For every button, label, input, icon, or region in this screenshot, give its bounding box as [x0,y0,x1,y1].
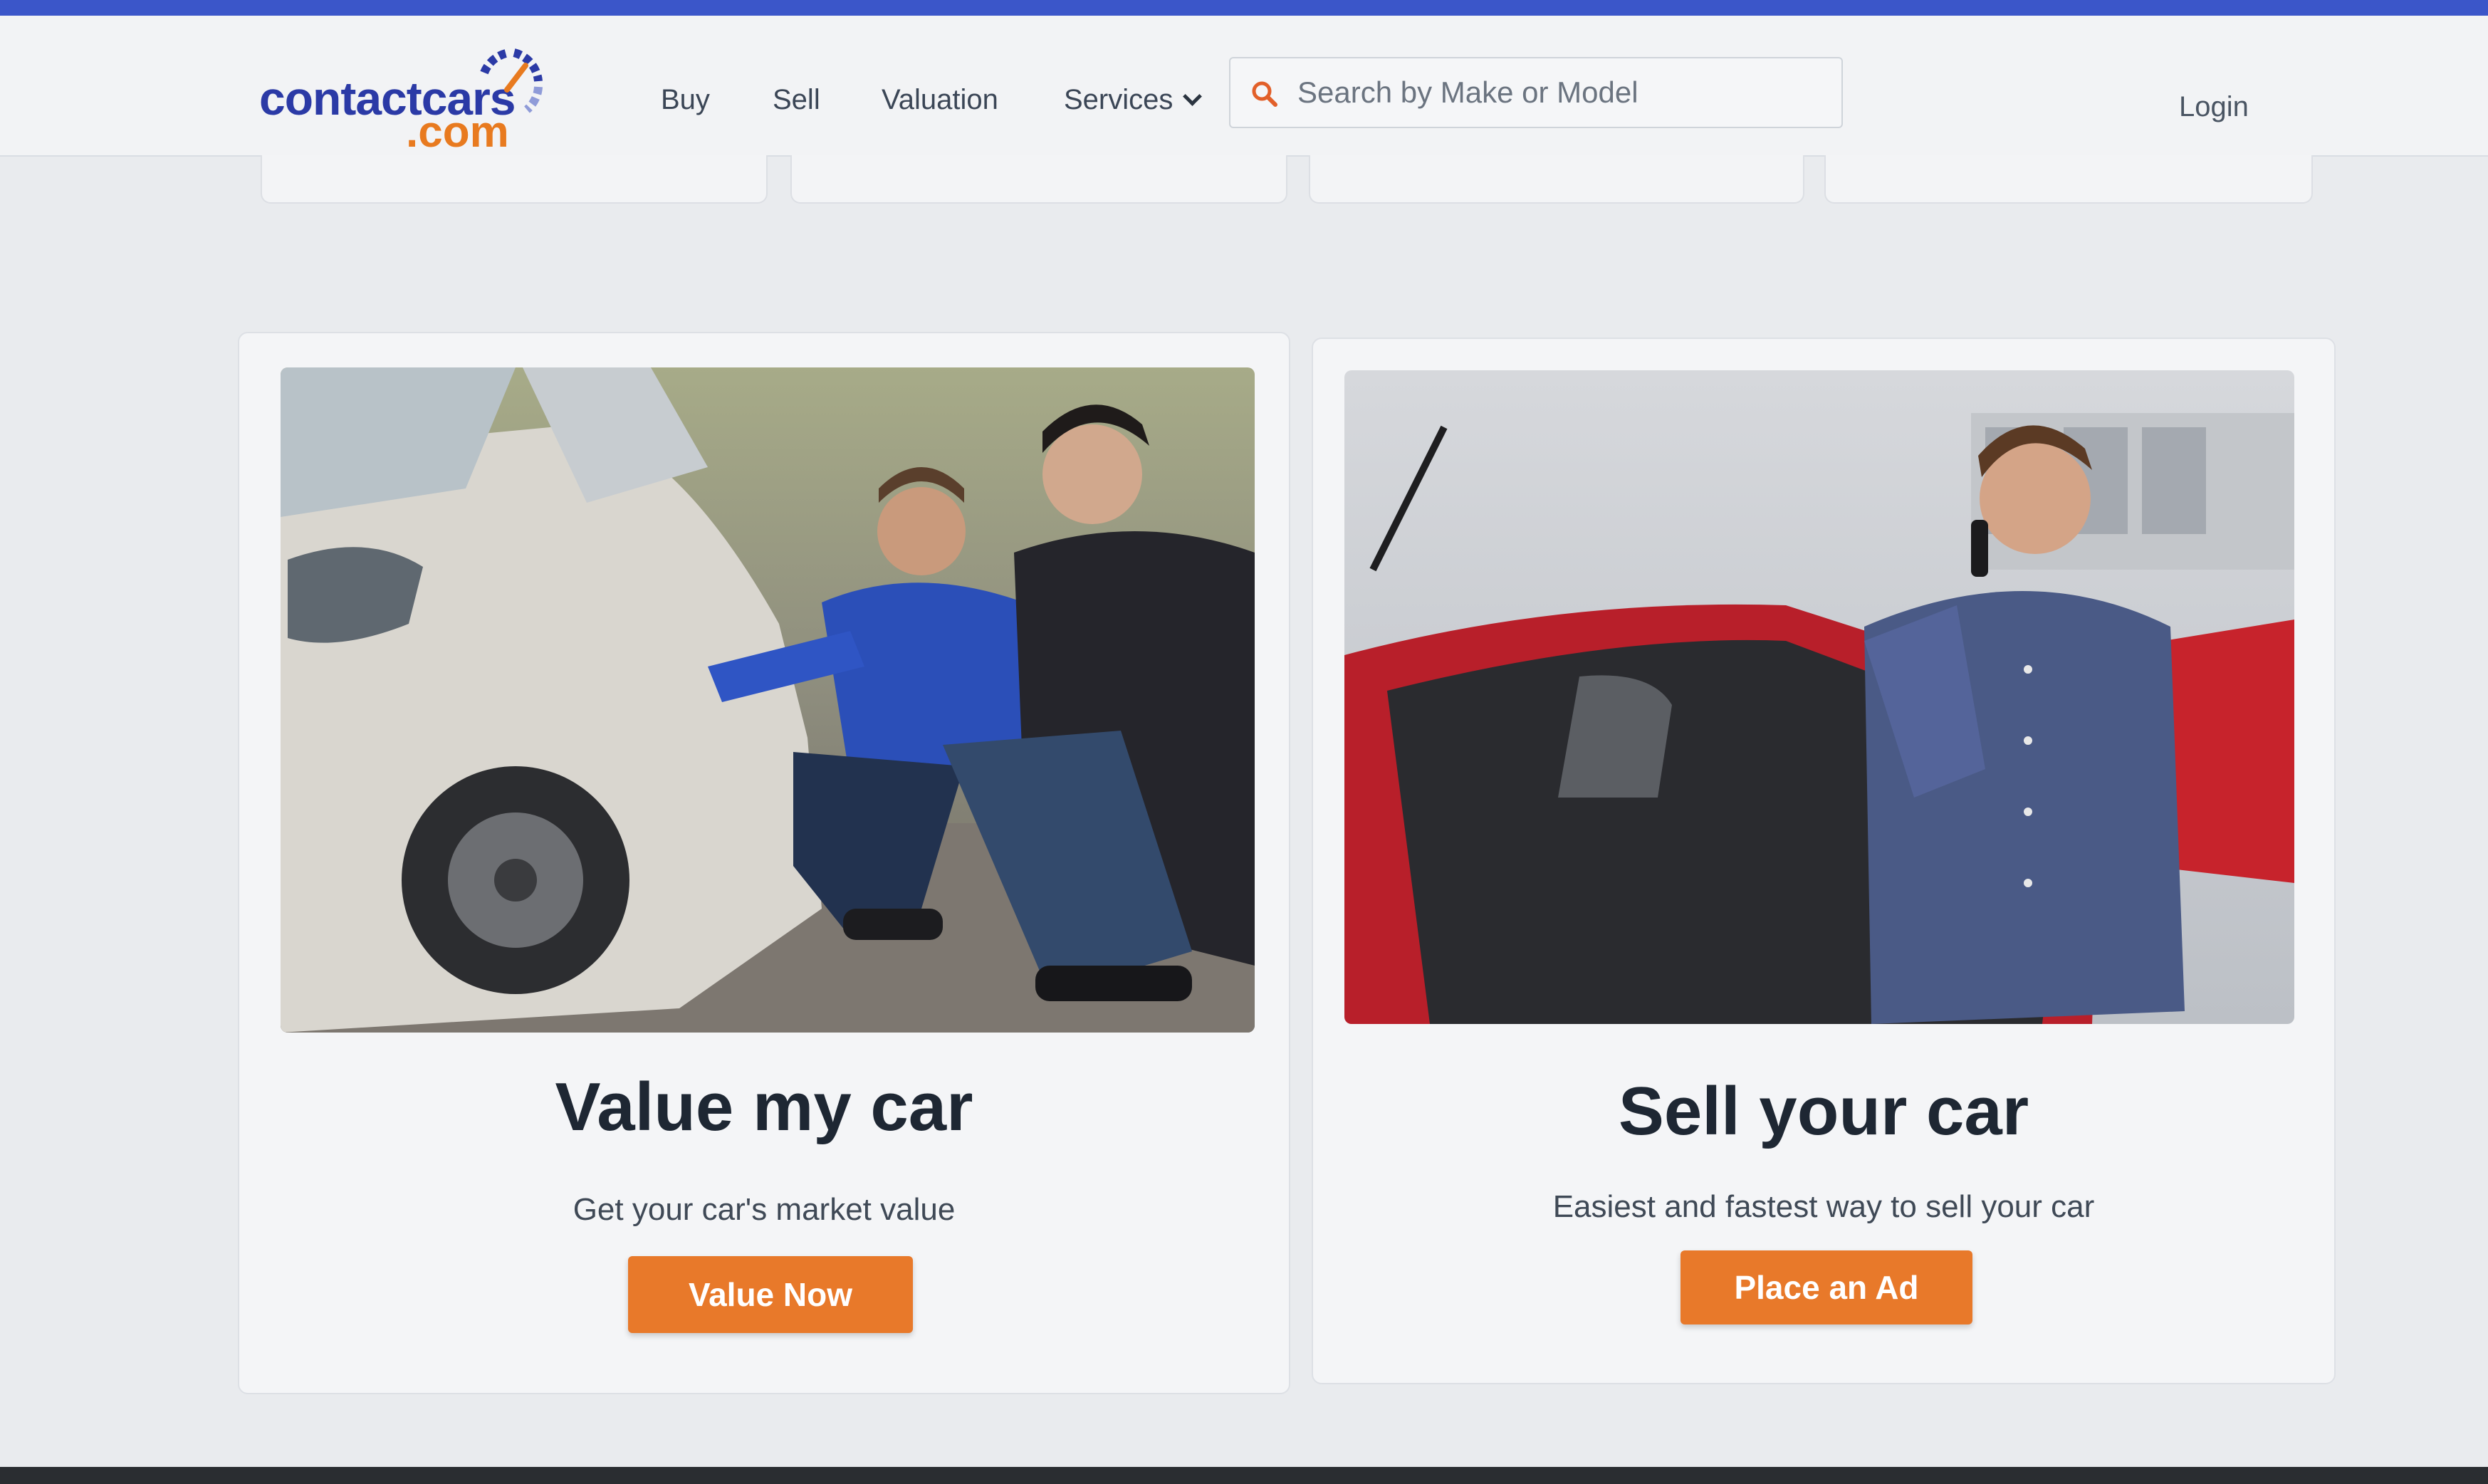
site-logo[interactable]: contactcars .com [256,44,563,157]
value-car-title: Value my car [555,1069,973,1145]
login-link[interactable]: Login [2179,91,2249,123]
value-car-subtitle: Get your car's market value [573,1192,956,1227]
search-box[interactable] [1229,57,1843,128]
previous-card-edge [1824,155,2313,204]
nav-valuation[interactable]: Valuation [882,84,998,116]
place-an-ad-button[interactable]: Place an Ad [1681,1250,1972,1324]
previous-card-edge [790,155,1287,204]
top-accent-strip [0,0,2488,16]
nav-buy[interactable]: Buy [661,84,710,116]
nav-services-label: Services [1064,84,1174,115]
sell-car-card: Sell your car Easiest and fastest way to… [1312,338,2336,1384]
previous-card-edge [1309,155,1804,204]
site-header: contactcars .com Buy Sell Valuation Serv… [0,16,2488,157]
search-input[interactable] [1296,71,1826,114]
value-now-button[interactable]: Value Now [628,1256,913,1333]
chevron-down-icon [1183,87,1203,106]
value-car-card: Value my car Get your car's market value… [238,332,1290,1394]
screen-bezel-edge [0,1467,2488,1484]
speedometer-icon [480,48,543,113]
man-on-phone-with-car-photo [1344,370,2294,1024]
search-icon [1252,81,1277,107]
nav-services[interactable]: Services [1064,84,1203,116]
nav-sell[interactable]: Sell [773,84,820,116]
sell-car-title: Sell your car [1618,1073,2029,1149]
previous-card-edge [261,155,768,204]
mechanic-inspecting-car-photo [281,367,1255,1033]
sell-car-subtitle: Easiest and fastest way to sell your car [1552,1189,2095,1224]
